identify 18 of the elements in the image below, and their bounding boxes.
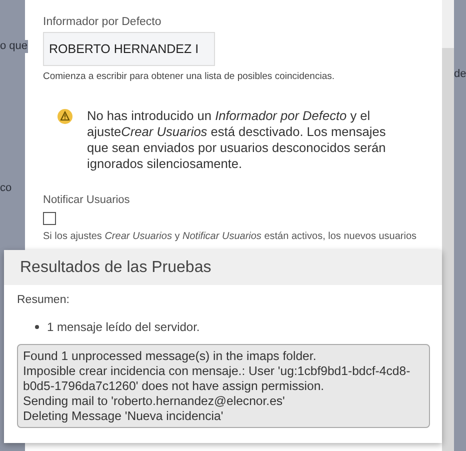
help-text: Comienza a escribir para obtener una lista de posibles coincidencias. xyxy=(43,71,336,82)
reporter-field[interactable]: ROBERTO HERNANDEZ I xyxy=(43,32,215,66)
background-text: o que xyxy=(0,40,28,53)
summary-item: 1 mensaje leído del servidor. xyxy=(47,320,200,334)
summary-label: Resumen: xyxy=(17,294,70,306)
help-text: Si los ajustes Crear Usuarios y Notificar Usuarios están activos, los nuevos usuarios xyxy=(43,231,417,243)
warning-message: No has introducido un Informador por Defecto y el ajusteCrear Usuarios está desctivado. Los mensajes que sean enviados por usuarios desconocidos serán ignorados silenciosamente. xyxy=(87,108,387,172)
log-line: Found 1 unprocessed message(s) in the imaps folder. xyxy=(23,349,318,364)
log-line: Sending mail to 'roberto.hernandez@elecnor.es' xyxy=(23,394,286,409)
checkbox[interactable] xyxy=(43,212,56,225)
scrollbar-thumb[interactable] xyxy=(442,48,454,451)
warning-icon xyxy=(57,109,73,124)
log-line: Deleting Message 'Nueva incidencia' xyxy=(23,409,224,424)
checkbox-label: Notificar Usuarios xyxy=(43,194,130,206)
panel-title: Resultados de las Pruebas xyxy=(4,250,442,285)
log-line: Imposible crear incidencia con mensaje.: User 'ug:1cbf9bd1-bdcf-4cd8-b0d5-1796da7c1260' does not have assign permission. xyxy=(23,364,412,394)
field-label: Informador por Defecto xyxy=(43,16,162,28)
bullet-icon xyxy=(35,325,39,329)
